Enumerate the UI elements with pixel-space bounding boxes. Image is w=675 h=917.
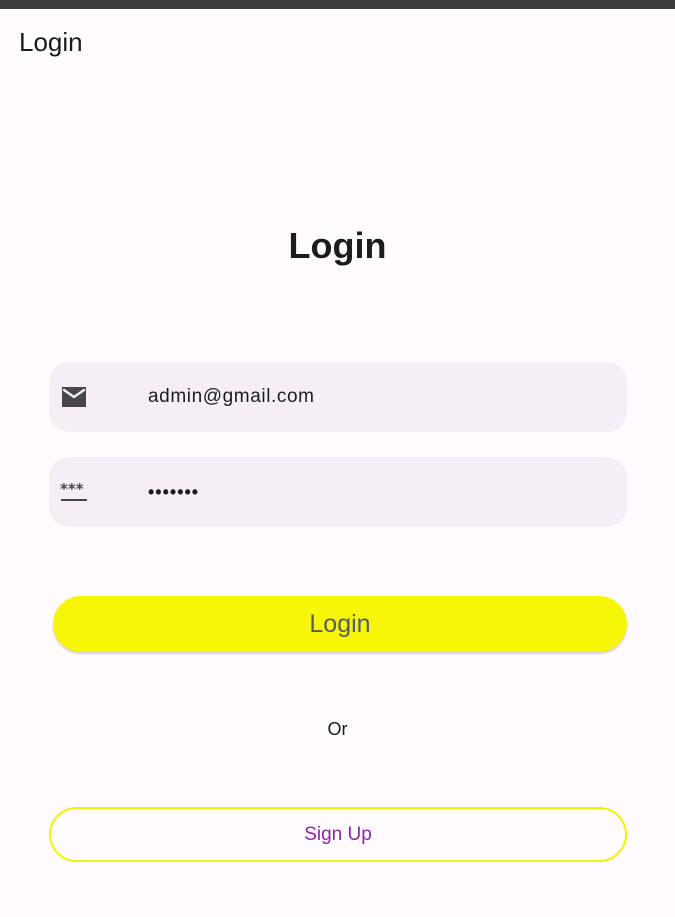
password-icon: *** <box>60 480 88 504</box>
svg-text:***: *** <box>60 480 84 498</box>
login-button[interactable]: Login <box>53 596 627 652</box>
status-bar <box>0 0 675 9</box>
app-bar-title: Login <box>19 27 83 57</box>
email-icon <box>60 385 88 409</box>
email-field[interactable]: admin@gmail.com <box>49 362 627 432</box>
email-value: admin@gmail.com <box>148 386 315 407</box>
password-value: ••••••• <box>148 482 200 502</box>
password-field[interactable]: *** ••••••• <box>49 457 627 527</box>
sign-up-button[interactable]: Sign Up <box>49 807 627 862</box>
or-divider-text: Or <box>327 719 348 739</box>
page-title: Login <box>288 225 387 266</box>
